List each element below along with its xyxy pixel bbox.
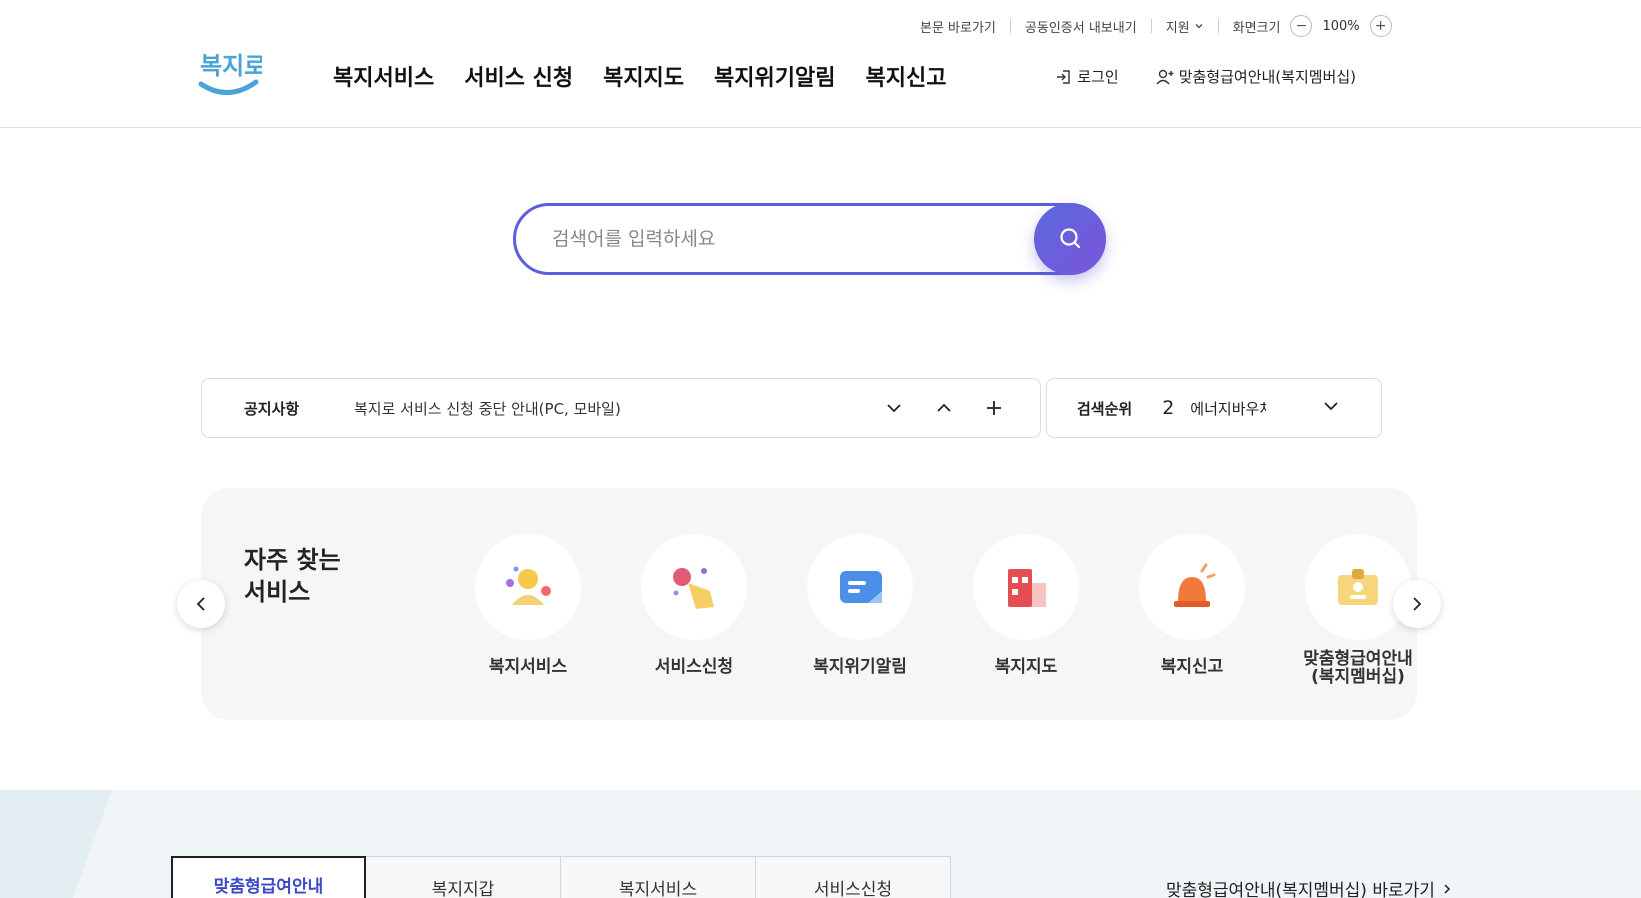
zoom-out-button[interactable]: − [1290, 15, 1313, 37]
frequent-services-title: 자주 찾는 서비스 [244, 544, 341, 608]
rank-label: 검색순위 [1077, 399, 1133, 418]
carousel-prev-button[interactable] [177, 580, 225, 628]
service-label: 복지서비스 [488, 657, 568, 677]
service-label: 복지위기알림 [813, 657, 907, 677]
service-label: 맞춤형급여안내 (복지멤버십) [1303, 650, 1412, 686]
tab-service-apply[interactable]: 서비스신청 [756, 856, 951, 898]
search-rank-bar: 검색순위 2 에너지바우처 [1046, 378, 1382, 438]
notice-expand-button[interactable] [882, 396, 906, 420]
service-item-welfare[interactable]: 복지서비스 [445, 534, 611, 686]
service-item-report[interactable]: 복지신고 [1109, 534, 1275, 686]
rank-number: 2 [1162, 397, 1175, 419]
person-icon [475, 534, 581, 640]
search-button[interactable] [1034, 203, 1106, 275]
support-menu[interactable]: 지원 [1166, 17, 1204, 36]
chevron-up-icon [937, 403, 951, 412]
notice-label: 공지사항 [244, 399, 300, 418]
label-line: (복지멤버십) [1311, 667, 1405, 687]
export-cert-link[interactable]: 공동인증서 내보내기 [1025, 17, 1137, 36]
login-button[interactable]: 로그인 [1055, 66, 1119, 87]
divider [1217, 19, 1219, 33]
login-label: 로그인 [1077, 68, 1119, 86]
tab-wallet[interactable]: 복지지갑 [366, 856, 561, 898]
logo[interactable]: 복지로 [198, 44, 266, 102]
shortcut-label: 맞춤형급여안내(복지멤버십) 바로가기 [1166, 881, 1435, 898]
zoom-value: 100% [1322, 18, 1360, 34]
utility-bar: 본문 바로가기 공동인증서 내보내기 지원 화면크기 − 100% + [920, 14, 1392, 38]
building-icon [973, 534, 1079, 640]
siren-icon [1139, 534, 1245, 640]
zoom-label: 화면크기 [1232, 20, 1281, 36]
header-divider [0, 127, 1641, 128]
search-input[interactable] [552, 228, 1002, 250]
user-plus-icon [1156, 69, 1174, 84]
membership-shortcut-link[interactable]: 맞춤형급여안내(복지멤버십) 바로가기 [1166, 876, 1453, 898]
chevron-left-icon [196, 597, 205, 611]
chevron-right-icon [1444, 883, 1450, 894]
notice-more-button[interactable] [982, 396, 1006, 420]
logo-text: 복지로 [200, 52, 262, 80]
divider [1009, 19, 1011, 33]
chevron-right-icon [1413, 597, 1422, 611]
rank-expand-button[interactable] [1322, 397, 1340, 419]
nav-welfare-service[interactable]: 복지서비스 [333, 60, 434, 92]
support-label: 지원 [1165, 20, 1190, 36]
bottom-tabs: 맞춤형급여안내 복지지갑 복지서비스 서비스신청 [171, 856, 951, 898]
service-label: 서비스신청 [654, 657, 734, 677]
bottom-decoration [0, 790, 146, 898]
notice-text[interactable]: 복지로 서비스 신청 중단 안내(PC, 모바일) [354, 398, 856, 419]
id-badge-icon [1305, 534, 1411, 640]
nav-service-apply[interactable]: 서비스 신청 [464, 60, 573, 92]
service-item-apply[interactable]: 서비스신청 [611, 534, 777, 686]
nav-welfare-report[interactable]: 복지신고 [866, 60, 947, 92]
service-label: 복지신고 [1160, 657, 1224, 677]
notice-bar: 공지사항 복지로 서비스 신청 중단 안내(PC, 모바일) [201, 378, 1041, 438]
chevron-down-icon [887, 404, 901, 413]
label-line: 맞춤형급여안내 [1303, 649, 1413, 669]
title-line: 서비스 [244, 578, 311, 606]
chevron-down-icon [1324, 402, 1338, 411]
bokjiro-logo-icon: 복지로 [198, 52, 266, 95]
plus-icon [987, 401, 1001, 415]
membership-label: 맞춤형급여안내(복지멤버십) [1178, 68, 1356, 86]
tab-welfare-service[interactable]: 복지서비스 [561, 856, 756, 898]
message-icon [807, 534, 913, 640]
title-line: 자주 찾는 [244, 546, 341, 574]
skip-to-content-link[interactable]: 본문 바로가기 [920, 17, 996, 36]
carousel-next-button[interactable] [1393, 580, 1441, 628]
search-icon [1060, 228, 1081, 249]
notice-controls [856, 396, 1006, 420]
service-label: 복지지도 [994, 657, 1058, 677]
frequent-services-list: 복지서비스 서비스신청 복지위기알림 복지지도 복지신고 맞춤형급여안내 (복지… [445, 534, 1441, 686]
notice-prev-button[interactable] [932, 396, 956, 420]
main-nav: 복지서비스 서비스 신청 복지지도 복지위기알림 복지신고 [333, 60, 976, 92]
hand-click-icon [641, 534, 747, 640]
chevron-down-icon [1195, 24, 1203, 29]
header-actions: 로그인 맞춤형급여안내(복지멤버십) [1019, 66, 1356, 87]
divider [1150, 19, 1152, 33]
service-item-welfare-map[interactable]: 복지지도 [943, 534, 1109, 686]
frequent-services-panel: 자주 찾는 서비스 복지서비스 서비스신청 복지위기알림 복지지도 복지신고 맞… [201, 488, 1417, 720]
login-icon [1057, 69, 1070, 84]
search-box [513, 203, 1106, 275]
service-item-crisis-alert[interactable]: 복지위기알림 [777, 534, 943, 686]
rank-keyword[interactable]: 에너지바우처 [1190, 398, 1266, 419]
zoom-in-button[interactable]: + [1369, 15, 1392, 37]
membership-button[interactable]: 맞춤형급여안내(복지멤버십) [1155, 66, 1356, 87]
nav-crisis-alert[interactable]: 복지위기알림 [714, 60, 835, 92]
tab-membership[interactable]: 맞춤형급여안내 [171, 856, 366, 898]
nav-welfare-map[interactable]: 복지지도 [603, 60, 684, 92]
